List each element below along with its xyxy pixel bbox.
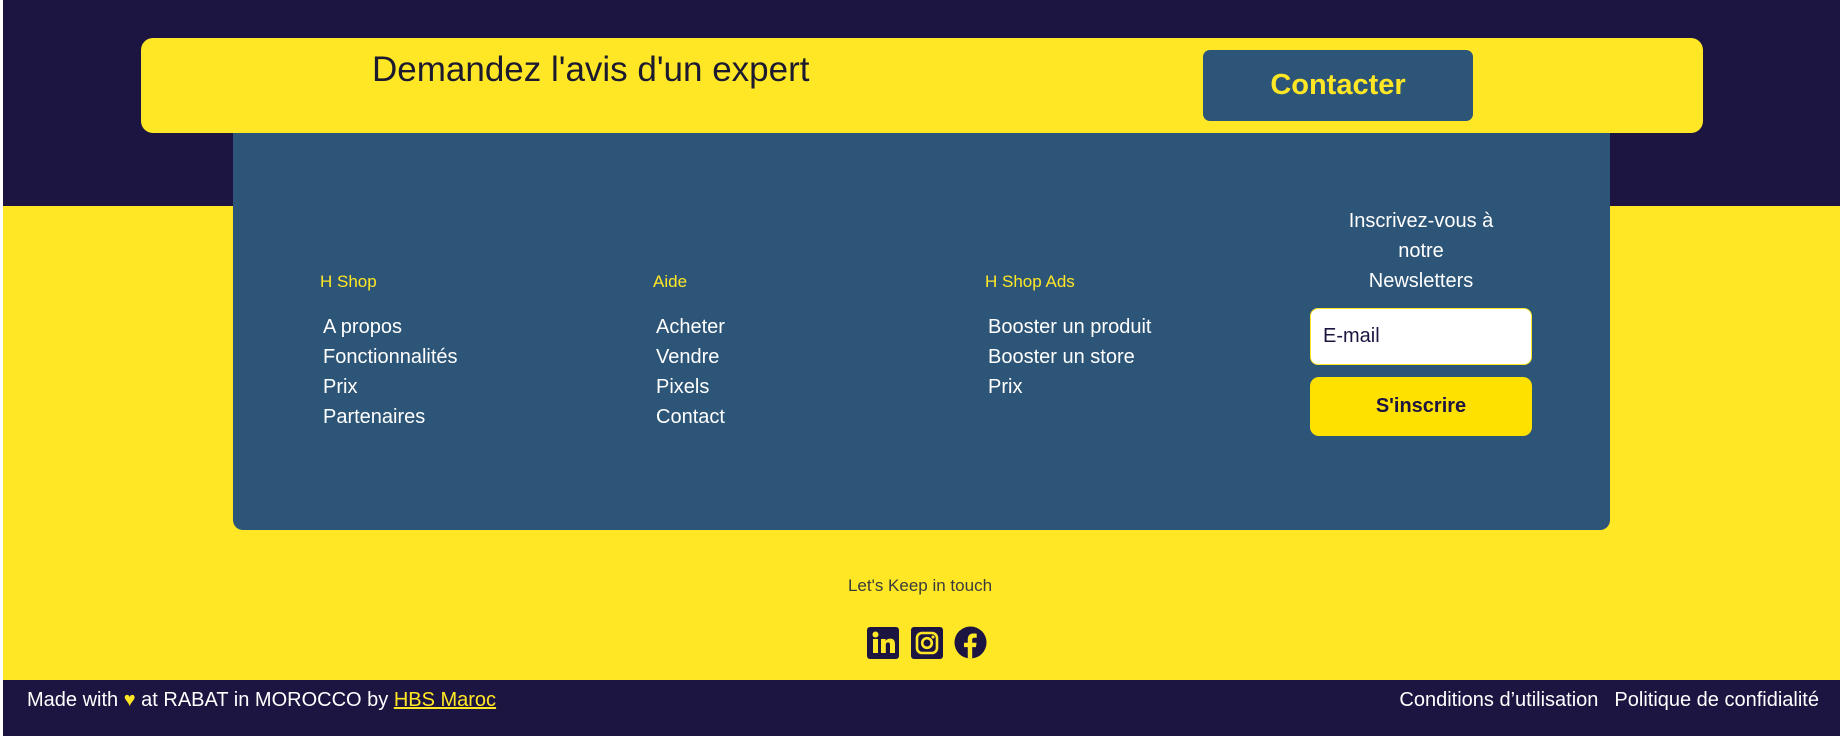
footer-link-vendre[interactable]: Vendre (656, 342, 725, 372)
heart-icon: ♥ (123, 689, 136, 711)
made-with-prefix: Made with (27, 689, 119, 711)
bottom-bar: Made with ♥ at RABAT in MOROCCO by HBS M… (3, 680, 1840, 736)
newsletter-form: Inscrivez-vous à notre Newsletters S'ins… (1310, 206, 1532, 436)
keep-in-touch-label: Let's Keep in touch (847, 576, 993, 595)
expert-banner: Demandez l'avis d'un expert Contacter (141, 38, 1703, 133)
email-field[interactable] (1310, 308, 1532, 365)
footer-link-booster-store[interactable]: Booster un store (988, 342, 1151, 372)
newsletter-title: Inscrivez-vous à notre Newsletters (1310, 206, 1532, 296)
privacy-link[interactable]: Politique de confidialité (1614, 689, 1819, 712)
footer-link-pixels[interactable]: Pixels (656, 372, 725, 402)
newsletter-title-line: notre (1398, 240, 1444, 262)
footer-link-a-propos[interactable]: A propos (323, 312, 458, 342)
instagram-icon[interactable] (910, 625, 943, 660)
made-with-credit: Made with ♥ at RABAT in MOROCCO by HBS M… (27, 689, 496, 712)
footer-link-list: Booster un produit Booster un store Prix (985, 312, 1151, 402)
footer-panel: H Shop A propos Fonctionnalités Prix Par… (233, 120, 1610, 530)
contact-button[interactable]: Contacter (1203, 50, 1473, 121)
facebook-icon[interactable] (954, 625, 987, 660)
footer-link-list: Acheter Vendre Pixels Contact (653, 312, 725, 432)
footer-link-partenaires[interactable]: Partenaires (323, 402, 458, 432)
linkedin-icon[interactable] (866, 625, 899, 660)
footer-column-title: H Shop Ads (985, 272, 1075, 291)
social-links (866, 625, 987, 660)
footer-link-fonctionnalites[interactable]: Fonctionnalités (323, 342, 458, 372)
newsletter-title-line: Newsletters (1368, 270, 1474, 292)
footer-link-ads-prix[interactable]: Prix (988, 372, 1151, 402)
footer-column-h-shop: H Shop A propos Fonctionnalités Prix Par… (320, 272, 458, 432)
made-with-location: at RABAT in MOROCCO by (141, 689, 389, 711)
footer-column-h-shop-ads: H Shop Ads Booster un produit Booster un… (985, 272, 1151, 402)
footer-link-list: A propos Fonctionnalités Prix Partenaire… (320, 312, 458, 432)
company-link[interactable]: HBS Maroc (394, 689, 496, 711)
expert-banner-text: Demandez l'avis d'un expert (372, 50, 810, 89)
footer-column-aide: Aide Acheter Vendre Pixels Contact (653, 272, 725, 432)
footer-column-title: H Shop (320, 272, 377, 291)
terms-link[interactable]: Conditions d’utilisation (1399, 689, 1598, 712)
subscribe-button[interactable]: S'inscrire (1310, 377, 1532, 436)
newsletter-title-line: Inscrivez-vous à (1348, 210, 1494, 232)
footer-link-booster-produit[interactable]: Booster un produit (988, 312, 1151, 342)
legal-links: Conditions d’utilisation Politique de co… (1399, 689, 1819, 712)
footer-link-contact[interactable]: Contact (656, 402, 725, 432)
footer-column-title: Aide (653, 272, 688, 291)
footer-link-acheter[interactable]: Acheter (656, 312, 725, 342)
footer-link-prix[interactable]: Prix (323, 372, 458, 402)
